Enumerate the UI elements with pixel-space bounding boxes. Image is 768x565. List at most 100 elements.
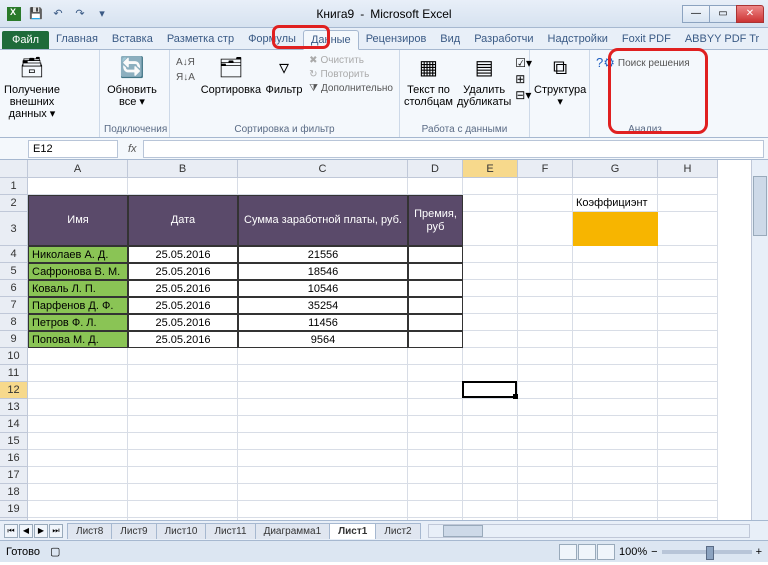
horizontal-scrollbar[interactable] — [428, 524, 750, 538]
cell-F18[interactable] — [518, 484, 573, 501]
cell-H12[interactable] — [658, 382, 718, 399]
cell-A9[interactable]: Попова М. Д. — [28, 331, 128, 348]
column-headers[interactable]: ABCDEFGH — [28, 160, 718, 178]
row-header-20[interactable]: 20 — [0, 518, 28, 520]
get-external-data-button[interactable]: 🗃 Получение внешних данных ▾ — [4, 52, 60, 120]
sheet-tab-Диаграмма1[interactable]: Диаграмма1 — [255, 523, 331, 539]
row-header-11[interactable]: 11 — [0, 365, 28, 382]
cell-B2[interactable]: Дата — [128, 195, 238, 246]
view-pagebreak-icon[interactable] — [597, 544, 615, 560]
row-header-12[interactable]: 12 — [0, 382, 28, 399]
cell-C16[interactable] — [238, 450, 408, 467]
sheet-nav-first-icon[interactable]: ⏮ — [4, 524, 18, 538]
cell-B19[interactable] — [128, 501, 238, 518]
cell-C7[interactable]: 35254 — [238, 297, 408, 314]
cell-G1[interactable] — [573, 178, 658, 195]
cell-F19[interactable] — [518, 501, 573, 518]
cell-G10[interactable] — [573, 348, 658, 365]
cell-A15[interactable] — [28, 433, 128, 450]
qat-dropdown-icon[interactable]: ▾ — [92, 4, 112, 24]
view-normal-icon[interactable] — [559, 544, 577, 560]
cell-E20[interactable] — [463, 518, 518, 520]
cell-A13[interactable] — [28, 399, 128, 416]
row-header-1[interactable]: 1 — [0, 178, 28, 195]
file-tab[interactable]: Файл — [2, 31, 49, 49]
cell-E14[interactable] — [463, 416, 518, 433]
cell-H11[interactable] — [658, 365, 718, 382]
row-header-4[interactable]: 4 — [0, 246, 28, 263]
cell-D1[interactable] — [408, 178, 463, 195]
cell-G7[interactable] — [573, 297, 658, 314]
cell-D14[interactable] — [408, 416, 463, 433]
cell-G13[interactable] — [573, 399, 658, 416]
cell-B11[interactable] — [128, 365, 238, 382]
row-header-6[interactable]: 6 — [0, 280, 28, 297]
cell-G12[interactable] — [573, 382, 658, 399]
cell-F8[interactable] — [518, 314, 573, 331]
text-to-columns-button[interactable]: ▦ Текст по столбцам — [404, 52, 453, 108]
remove-duplicates-button[interactable]: ▤ Удалить дубликаты — [457, 52, 511, 108]
cell-E13[interactable] — [463, 399, 518, 416]
ribbon-tab-вставка[interactable]: Вставка — [105, 30, 160, 49]
cell-F2[interactable] — [518, 195, 573, 212]
fx-icon[interactable]: fx — [122, 143, 143, 155]
cell-E1[interactable] — [463, 178, 518, 195]
cell-H13[interactable] — [658, 399, 718, 416]
solver-button[interactable]: ?⚙ Поиск решения — [594, 54, 692, 72]
cell-G3[interactable] — [573, 212, 658, 246]
cell-G5[interactable] — [573, 263, 658, 280]
col-header-C[interactable]: C — [238, 160, 408, 178]
cell-G15[interactable] — [573, 433, 658, 450]
cell-F5[interactable] — [518, 263, 573, 280]
cell-A6[interactable]: Коваль Л. П. — [28, 280, 128, 297]
cell-B14[interactable] — [128, 416, 238, 433]
cell-D19[interactable] — [408, 501, 463, 518]
sort-button[interactable]: 🗂 Сортировка — [201, 52, 261, 96]
cell-F7[interactable] — [518, 297, 573, 314]
cell-H10[interactable] — [658, 348, 718, 365]
cell-H5[interactable] — [658, 263, 718, 280]
row-headers[interactable]: 1234567891011121314151617181920 — [0, 178, 28, 520]
cell-B7[interactable]: 25.05.2016 — [128, 297, 238, 314]
cell-C9[interactable]: 9564 — [238, 331, 408, 348]
advanced-filter-button[interactable]: ⧩Дополнительно — [307, 82, 395, 95]
cell-A19[interactable] — [28, 501, 128, 518]
row-header-2[interactable]: 2 — [0, 195, 28, 212]
cell-F11[interactable] — [518, 365, 573, 382]
cell-H1[interactable] — [658, 178, 718, 195]
cell-C17[interactable] — [238, 467, 408, 484]
cell-C14[interactable] — [238, 416, 408, 433]
cell-A5[interactable]: Сафронова В. М. — [28, 263, 128, 280]
col-header-E[interactable]: E — [463, 160, 518, 178]
cell-D2[interactable]: Премия, руб — [408, 195, 463, 246]
cell-C15[interactable] — [238, 433, 408, 450]
minimize-button[interactable]: — — [682, 5, 710, 23]
cell-A10[interactable] — [28, 348, 128, 365]
refresh-all-button[interactable]: 🔄 Обновить все ▾ — [104, 52, 160, 108]
cell-G9[interactable] — [573, 331, 658, 348]
cell-G6[interactable] — [573, 280, 658, 297]
cell-C1[interactable] — [238, 178, 408, 195]
cell-F13[interactable] — [518, 399, 573, 416]
cell-A12[interactable] — [28, 382, 128, 399]
col-header-B[interactable]: B — [128, 160, 238, 178]
cell-D20[interactable] — [408, 518, 463, 520]
cell-E5[interactable] — [463, 263, 518, 280]
cell-F3[interactable] — [518, 212, 573, 246]
row-header-13[interactable]: 13 — [0, 399, 28, 416]
row-header-14[interactable]: 14 — [0, 416, 28, 433]
row-header-7[interactable]: 7 — [0, 297, 28, 314]
cell-D15[interactable] — [408, 433, 463, 450]
cell-B16[interactable] — [128, 450, 238, 467]
cell-H9[interactable] — [658, 331, 718, 348]
cell-A17[interactable] — [28, 467, 128, 484]
cell-G20[interactable] — [573, 518, 658, 520]
row-header-19[interactable]: 19 — [0, 501, 28, 518]
formula-input[interactable] — [143, 140, 764, 158]
cell-F17[interactable] — [518, 467, 573, 484]
vscroll-thumb[interactable] — [753, 176, 767, 236]
cell-G17[interactable] — [573, 467, 658, 484]
cell-E19[interactable] — [463, 501, 518, 518]
cell-H15[interactable] — [658, 433, 718, 450]
cell-B17[interactable] — [128, 467, 238, 484]
